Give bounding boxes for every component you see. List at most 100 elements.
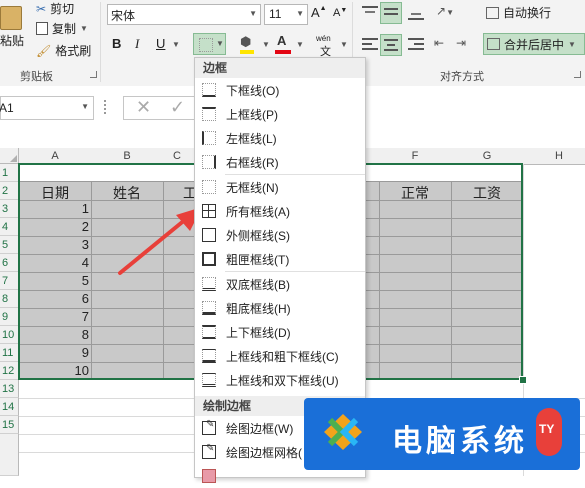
merge-center-label: 合并后居中 [504,37,565,52]
caret-down-icon: ▼ [340,7,348,14]
left-border-icon [202,131,216,145]
menu-item-label: 粗底框线(H) [226,301,291,316]
underline-dropdown-icon[interactable]: ▼ [172,40,180,49]
row-header[interactable]: 13 [0,380,19,398]
outside-borders-icon [202,228,216,242]
chevron-down-icon: ▼ [216,39,224,48]
align-right-button[interactable] [408,37,424,51]
row-header[interactable]: 3 [0,200,19,218]
select-all-corner[interactable] [0,148,19,164]
align-middle-button[interactable] [380,2,402,24]
pencil-icon: ✎ [206,419,215,430]
watermark-badge: TY [536,408,562,456]
row-header[interactable]: 7 [0,272,19,290]
row-header[interactable]: 5 [0,236,19,254]
draw-border-icon: ✎ [202,419,216,435]
row-header[interactable]: 10 [0,326,19,344]
column-letter: B [123,150,131,162]
orientation-button[interactable]: ↗▼ [436,4,454,18]
font-color-bar [275,50,291,54]
row-header[interactable]: 15 [0,416,19,434]
row-header[interactable]: 4 [0,218,19,236]
menu-item-bottom-border[interactable]: 下框线(O) [195,78,365,102]
fill-color-button[interactable]: ⬢ [238,34,262,54]
chevron-down-icon[interactable]: ▼ [249,9,257,18]
bottom-double-border-icon [202,277,216,291]
menu-item-thick-box-border[interactable]: 粗匣框线(T) [195,247,365,271]
menu-item-outside-borders[interactable]: 外侧框线(S) [195,223,365,247]
italic-button[interactable]: I [135,36,139,52]
fill-handle[interactable] [519,376,527,384]
row-header[interactable]: 12 [0,362,19,380]
cut-button[interactable]: ✂ 剪切 [36,0,74,17]
phonetic-button[interactable]: wén 文 [316,34,336,58]
row-number: 9 [2,311,9,323]
menu-item-top-border[interactable]: 上框线(P) [195,102,365,126]
copy-button[interactable]: 复制 ▼ [36,20,88,37]
dialog-launcher-icon[interactable] [574,71,581,78]
row-header[interactable]: 14 [0,398,19,416]
border-button[interactable]: ▼ [193,33,226,55]
decrease-indent-button[interactable]: ⇤ [434,36,444,50]
column-header-c[interactable]: C [163,148,195,164]
chevron-down-icon: ▼ [81,102,89,111]
align-bottom-button[interactable] [408,6,424,20]
decrease-indent-icon: ⇤ [434,36,445,50]
watermark-badge-text: TY [539,422,555,436]
align-top-button[interactable] [362,6,378,20]
row-header [0,434,19,476]
row-header[interactable]: 1 [0,164,19,182]
increase-indent-button[interactable]: ⇥ [456,36,466,50]
row-header[interactable]: 8 [0,290,19,308]
menu-item-left-border[interactable]: 左框线(L) [195,126,365,150]
font-size-box[interactable]: 11 ▼ [264,4,308,25]
menu-item-all-borders[interactable]: 所有框线(A) [195,199,365,223]
row-header[interactable]: 6 [0,254,19,272]
font-name-box[interactable]: 宋体 ▼ [107,4,261,25]
top-bottom-border-icon [202,325,216,339]
more-options-icon[interactable] [104,100,108,114]
align-center-button[interactable] [380,34,402,56]
format-painter-button[interactable]: 🖌 格式刷 [36,42,91,59]
chevron-down-icon[interactable]: ▼ [262,40,270,49]
row-header[interactable]: 11 [0,344,19,362]
paste-button[interactable]: 粘贴 [0,2,28,60]
menu-item-top-thick-bottom-border[interactable]: 上框线和粗下框线(C) [195,344,365,368]
fill-color-bar [240,50,254,54]
chevron-down-icon[interactable]: ▼ [80,24,88,33]
menu-item-top-double-bottom-border[interactable]: 上框线和双下框线(U) [195,368,365,392]
font-color-button[interactable]: A [274,33,294,54]
row-number: 2 [2,185,9,197]
menu-section-borders: 边框 [195,58,365,78]
check-icon[interactable]: ✓ [170,97,185,118]
chevron-down-icon[interactable]: ▼ [296,9,304,18]
bold-button[interactable]: B [112,36,121,51]
underline-button[interactable]: U [156,36,165,51]
row-header[interactable]: 2 [0,182,19,200]
row-header[interactable]: 9 [0,308,19,326]
menu-item-top-bottom-border[interactable]: 上下框线(D) [195,320,365,344]
shrink-font-button[interactable]: A▼ [333,7,347,19]
no-border-icon [202,180,216,194]
menu-item-label: 粗匣框线(T) [226,252,290,267]
name-box[interactable]: A1 ▼ [0,96,94,120]
column-header-h[interactable]: H [523,148,585,165]
dialog-launcher-icon[interactable] [90,71,97,78]
menu-item-thick-bottom-border[interactable]: 粗底框线(H) [195,296,365,320]
cancel-icon[interactable]: ✕ [136,97,151,118]
wrap-text-button[interactable]: 自动换行 [486,4,551,21]
increase-indent-icon: ⇥ [456,36,467,50]
chevron-down-icon[interactable]: ▼ [340,40,348,49]
merge-center-button[interactable]: 合并后居中 ▼ [483,33,585,55]
row-number: 5 [2,239,9,251]
align-left-button[interactable] [362,37,378,51]
menu-item-label: 所有框线(A) [226,204,290,219]
menu-item-bottom-double-border[interactable]: 双底框线(B) [195,272,365,296]
right-border-icon [202,155,216,169]
grow-font-button[interactable]: A▲ [311,5,327,20]
chevron-down-icon: ▼ [446,8,454,17]
menu-item-right-border[interactable]: 右框线(R) [195,150,365,174]
menu-item-no-border[interactable]: 无框线(N) [195,175,365,199]
chevron-down-icon[interactable]: ▼ [296,40,304,49]
draw-border-grid-icon: ✎ [202,443,216,459]
